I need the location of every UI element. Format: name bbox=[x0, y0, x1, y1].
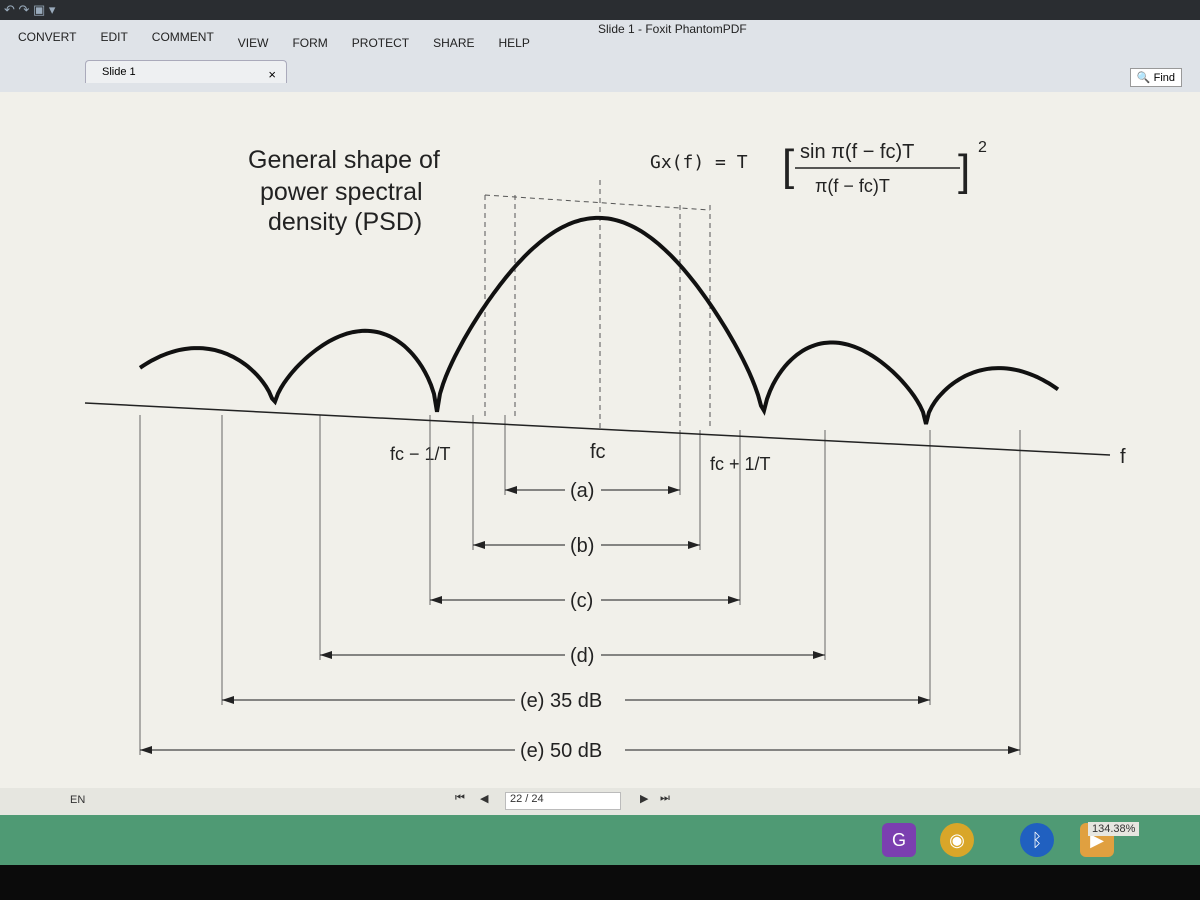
bandwidth-label: (e) 50 dB bbox=[520, 740, 602, 762]
foxit-pdf-icon[interactable]: G bbox=[882, 823, 916, 857]
bandwidth-label: (d) bbox=[570, 645, 594, 667]
psd-curve bbox=[138, 215, 1060, 425]
taskbar: G ◉ ᛒ ▶ bbox=[0, 815, 1200, 865]
bluetooth-icon[interactable]: ᛒ bbox=[1020, 823, 1054, 857]
laptop-bezel bbox=[0, 865, 1200, 900]
formula-denominator: π(f − fc)T bbox=[815, 176, 890, 196]
tick-fc-minus: fc − 1/T bbox=[390, 444, 451, 464]
prev-page-button[interactable]: ◀ bbox=[480, 792, 488, 805]
zoom-level[interactable]: 134.38% bbox=[1088, 822, 1140, 836]
language-indicator[interactable]: EN bbox=[70, 794, 85, 806]
next-page-button[interactable]: ▶ bbox=[640, 792, 648, 805]
formula-exponent: 2 bbox=[978, 139, 987, 156]
foxit-window: ↶ ↷ ▣ ▾ Slide 1 - Foxit PhantomPDF CONVE… bbox=[0, 0, 1200, 836]
last-page-button[interactable]: ⏭ bbox=[660, 792, 670, 805]
tick-fc: fc bbox=[590, 441, 606, 463]
bandwidth-label: (b) bbox=[570, 535, 594, 557]
formula-lhs: Gx(f) = T bbox=[650, 152, 748, 173]
status-bar: EN ⏮ ◀ 22 / 24 ▶ ⏭ 134.38% bbox=[0, 788, 1200, 836]
bandwidth-label: (a) bbox=[570, 480, 594, 502]
bandwidth-label: (c) bbox=[570, 590, 593, 612]
svg-text:]: ] bbox=[958, 146, 970, 195]
bandwidth-guide-line bbox=[484, 194, 711, 211]
chrome-icon[interactable]: ◉ bbox=[940, 823, 974, 857]
axis-label-f: f bbox=[1120, 446, 1126, 468]
psd-diagram: General shape of power spectral density … bbox=[84, 139, 1126, 762]
formula-numerator: sin π(f − fc)T bbox=[800, 141, 914, 163]
first-page-button[interactable]: ⏮ bbox=[455, 792, 465, 805]
svg-text:[: [ bbox=[782, 141, 794, 190]
slide-title-line-1: General shape of bbox=[248, 146, 440, 174]
bandwidth-label: (e) 35 dB bbox=[520, 690, 602, 712]
slide-title-line-3: density (PSD) bbox=[268, 208, 422, 236]
page-number-input[interactable]: 22 / 24 bbox=[505, 792, 621, 810]
slide-title-line-2: power spectral bbox=[260, 178, 423, 206]
